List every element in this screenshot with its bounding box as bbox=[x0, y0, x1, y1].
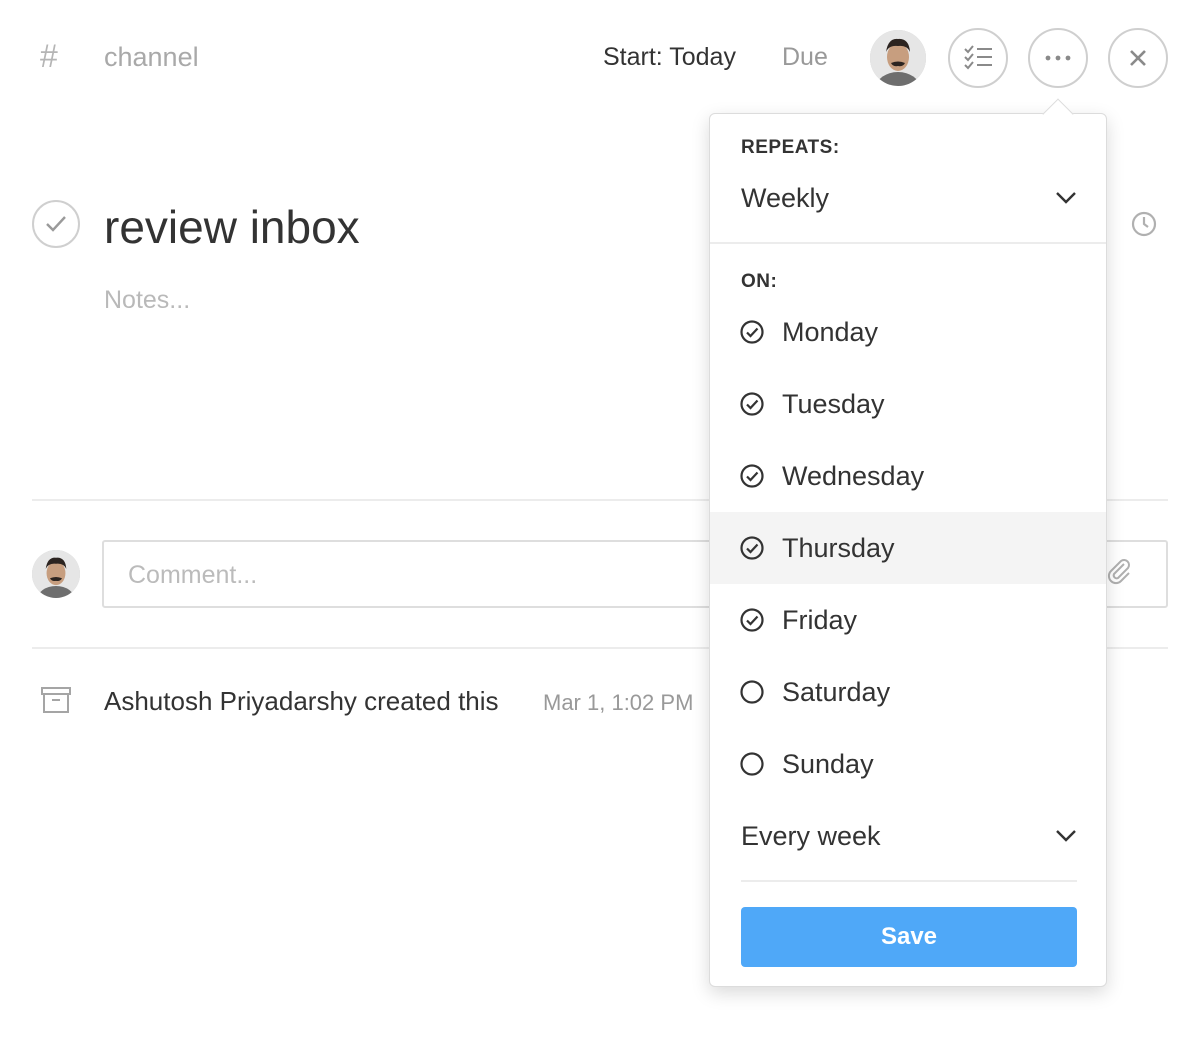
more-horizontal-icon bbox=[1045, 55, 1071, 61]
day-option-tuesday[interactable]: Tuesday bbox=[710, 368, 1106, 440]
day-label: Saturday bbox=[782, 676, 891, 707]
save-button[interactable]: Save bbox=[741, 907, 1077, 967]
circle-icon bbox=[740, 680, 764, 704]
chevron-down-icon bbox=[1056, 192, 1076, 204]
paperclip-icon[interactable] bbox=[1104, 556, 1134, 586]
day-label: Sunday bbox=[782, 748, 874, 779]
interval-select[interactable]: Every week bbox=[741, 816, 1077, 856]
complete-task-checkbox[interactable] bbox=[32, 200, 80, 248]
check-circle-icon bbox=[740, 320, 764, 344]
check-circle-icon bbox=[740, 464, 764, 488]
check-circle-icon bbox=[740, 608, 764, 632]
channel-link[interactable]: channel bbox=[104, 40, 199, 74]
assignee-avatar[interactable] bbox=[870, 30, 926, 86]
due-date-button[interactable]: Due bbox=[782, 41, 828, 73]
day-option-wednesday[interactable]: Wednesday bbox=[710, 440, 1106, 512]
divider bbox=[710, 242, 1106, 244]
checklist-icon bbox=[964, 45, 992, 70]
checklist-button[interactable] bbox=[948, 28, 1008, 88]
day-label: Monday bbox=[782, 316, 879, 347]
circle-icon bbox=[740, 752, 764, 776]
archive-icon bbox=[41, 687, 71, 713]
day-label: Thursday bbox=[782, 532, 895, 563]
divider bbox=[741, 880, 1077, 882]
activity-text: Ashutosh Priyadarshy created this bbox=[104, 686, 499, 716]
notes-field[interactable]: Notes... bbox=[104, 284, 190, 316]
day-option-monday[interactable]: Monday bbox=[710, 296, 1106, 368]
close-button[interactable] bbox=[1108, 28, 1168, 88]
day-option-thursday[interactable]: Thursday bbox=[710, 512, 1106, 584]
start-date-button[interactable]: Start: Today bbox=[603, 41, 736, 73]
day-label: Tuesday bbox=[782, 388, 885, 419]
activity-timestamp: Mar 1, 1:02 PM bbox=[543, 690, 694, 715]
on-label: ON: bbox=[741, 271, 778, 292]
current-user-avatar bbox=[32, 550, 80, 598]
day-option-sunday[interactable]: Sunday bbox=[710, 728, 1106, 800]
clock-icon[interactable] bbox=[1130, 210, 1158, 238]
day-label: Friday bbox=[782, 604, 858, 635]
task-title[interactable]: review inbox bbox=[104, 200, 360, 254]
interval-value: Every week bbox=[741, 820, 881, 851]
check-circle-icon bbox=[740, 536, 764, 560]
frequency-value: Weekly bbox=[741, 182, 830, 213]
more-options-button[interactable] bbox=[1028, 28, 1088, 88]
frequency-select[interactable]: Weekly bbox=[741, 178, 1077, 218]
day-option-friday[interactable]: Friday bbox=[710, 584, 1106, 656]
task-detail-view: # channel Start: Today Due review inbox … bbox=[0, 0, 1204, 1042]
repeat-popover: REPEATS: Weekly ON: Monday Tuesday Wedne… bbox=[709, 113, 1107, 987]
channel-hash-icon: # bbox=[40, 38, 58, 74]
day-option-saturday[interactable]: Saturday bbox=[710, 656, 1106, 728]
chevron-down-icon bbox=[1056, 830, 1076, 842]
repeats-label: REPEATS: bbox=[741, 137, 840, 158]
check-icon bbox=[46, 216, 66, 232]
close-icon bbox=[1130, 50, 1146, 66]
day-label: Wednesday bbox=[782, 460, 925, 491]
check-circle-icon bbox=[740, 392, 764, 416]
